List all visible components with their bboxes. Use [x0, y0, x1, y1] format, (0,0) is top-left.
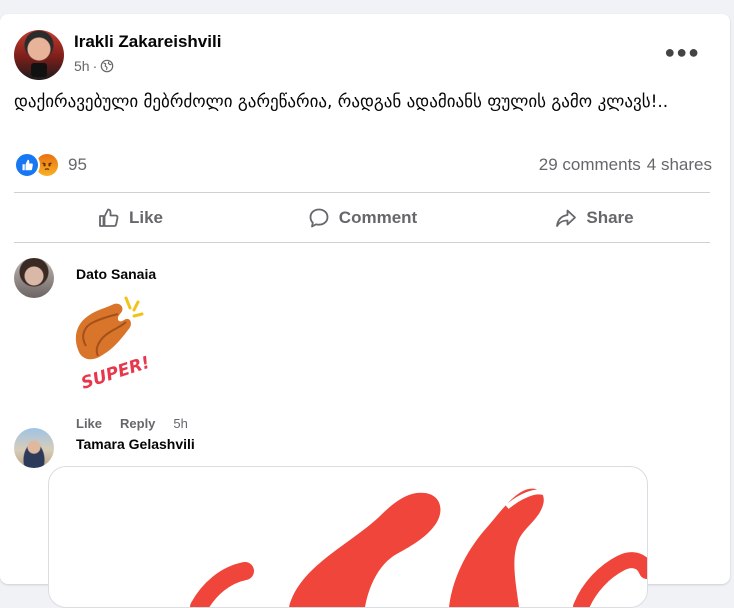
post-actions: Like Comment Share: [14, 194, 710, 242]
meta-separator: ·: [92, 58, 98, 74]
comment-icon: [309, 208, 329, 228]
commenter-name[interactable]: Dato Sanaia: [76, 266, 156, 282]
divider: [14, 242, 710, 243]
comments-count[interactable]: 29 comments: [539, 155, 641, 175]
post-meta: 5h ·: [74, 58, 114, 74]
comment-image[interactable]: [48, 466, 648, 608]
red-heart-drawing: [190, 488, 647, 607]
comment-item: Dato Sanaia SUPER! Like Reply 5h: [14, 258, 714, 431]
super-clap-sticker[interactable]: SUPER!: [70, 294, 156, 390]
post-text: დაქირავებული მებრძოლი გარეწარია, რადგან …: [14, 92, 669, 112]
divider: [14, 192, 710, 193]
post-card: Irakli Zakareishvili 5h · ●●● დაქირავებუ…: [0, 14, 730, 608]
globe-icon: [100, 59, 114, 73]
commenter-avatar[interactable]: [14, 258, 54, 298]
reaction-count: 95: [68, 155, 87, 174]
avatar[interactable]: [14, 30, 64, 80]
comment-label: Comment: [338, 208, 418, 227]
like-icon: [14, 152, 40, 178]
microphone-icon: [31, 63, 47, 77]
commenter-name[interactable]: Tamara Gelashvili: [76, 436, 195, 452]
reactions-summary[interactable]: 95: [14, 152, 87, 178]
like-label: Like: [128, 208, 164, 227]
commenter-avatar[interactable]: [14, 428, 54, 468]
shares-count[interactable]: 4 shares: [647, 155, 712, 175]
share-button[interactable]: Share: [478, 194, 710, 242]
share-label: Share: [586, 208, 634, 227]
author-name[interactable]: Irakli Zakareishvili: [74, 32, 221, 52]
post-stats: 29 comments 4 shares: [539, 155, 712, 175]
thumbs-up-icon: [99, 208, 119, 227]
comment-button[interactable]: Comment: [246, 194, 478, 242]
share-icon: [556, 209, 577, 227]
more-options-icon[interactable]: ●●●: [664, 42, 700, 63]
post-header: Irakli Zakareishvili 5h · ●●●: [14, 30, 718, 82]
like-button[interactable]: Like: [14, 194, 246, 242]
post-time[interactable]: 5h: [74, 58, 90, 74]
